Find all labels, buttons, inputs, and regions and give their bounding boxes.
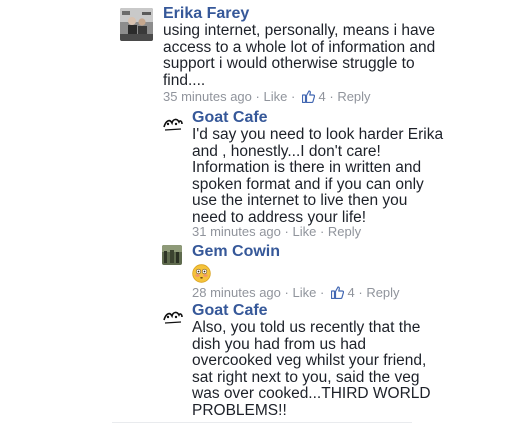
comment-author[interactable]: Gem Cowin [192,243,280,261]
divider [112,422,412,423]
reaction-count[interactable]: 4 [319,89,326,104]
meta-separator: · [316,285,328,300]
comment-text-line: sat right next to you, said the veg [192,368,420,386]
comment-text-line: support i would otherwise struggle to [163,55,415,72]
comment-text-line: using internet, personally, means i have [163,22,435,39]
comment-text-line: and , honestly...I don't care! [192,142,381,160]
comment-goat-cafe-2: Goat Cafe Also, you told us recently tha… [162,302,522,426]
comment-text: Also, you told us recently that the dish… [192,319,431,419]
meta-separator: · [251,89,264,104]
flushed-face-emoji [192,264,211,283]
comment-gem-cowin: Gem Cowin 28 minutes ago · Like · 4 · Re… [162,243,522,303]
comment-meta: 28 minutes ago · Like · 4 · Reply [192,285,400,300]
meta-separator: · [354,285,367,300]
thumbs-up-icon[interactable] [330,286,344,299]
profile-photo-icon [162,245,182,265]
meta-separator: · [325,89,338,104]
comment-text-line: Also, you told us recently that the [192,319,421,336]
comment-text-line: I'd say you need to look harder Erika [192,126,444,143]
comment-meta: 35 minutes ago · Like · 4 · Reply [163,89,371,104]
comment-text-line: find.... [163,71,206,89]
avatar-erika[interactable] [120,8,153,41]
meta-separator: · [280,285,293,300]
like-link[interactable]: Like [263,89,287,104]
comment-text-line: overcooked veg whilst your friend, [192,352,427,369]
reply-link[interactable]: Reply [337,89,370,104]
comment-text: using internet, personally, means i have… [163,22,436,89]
comment-timestamp[interactable]: 35 minutes ago [163,89,252,104]
meta-separator: · [287,89,299,104]
comment-text-line: access to a whole lot of information and [163,38,436,56]
avatar-goat-cafe[interactable] [162,307,184,329]
comment-text-line: was over cooked...THIRD WORLD [192,385,431,402]
comment-author[interactable]: Goat Cafe [192,109,268,127]
comment-text-line: Information is there in written and [192,159,422,176]
comment-text-line: use the internet to live then you [192,192,408,209]
comment-text-line: spoken format and if you can only [192,175,424,193]
cafe-logo-icon [162,114,184,136]
cafe-logo-icon [162,307,184,329]
comment-erika: Erika Farey using internet, personally, … [120,5,520,106]
comment-text-line: PROBLEMS!! [192,401,287,419]
like-link[interactable]: Like [292,224,316,239]
reply-link[interactable]: Reply [328,224,361,239]
comment-goat-cafe-1: Goat Cafe I'd say you need to look harde… [162,109,522,241]
comment-timestamp[interactable]: 28 minutes ago [192,285,281,300]
like-link[interactable]: Like [292,285,316,300]
avatar-goat-cafe[interactable] [162,114,184,136]
avatar-gem-cowin[interactable] [162,245,182,265]
meta-separator: · [280,224,293,239]
thumbs-up-icon[interactable] [301,90,315,103]
comment-meta: 31 minutes ago · Like · Reply [192,224,361,239]
comment-text-line: dish you had from us had [192,335,367,353]
comment-author[interactable]: Goat Cafe [192,302,268,320]
reply-link[interactable]: Reply [366,285,399,300]
comment-timestamp[interactable]: 31 minutes ago [192,224,281,239]
comment-author[interactable]: Erika Farey [163,5,249,23]
meta-separator: · [316,224,328,239]
reaction-count[interactable]: 4 [348,285,355,300]
comment-text: I'd say you need to look harder Erika an… [192,126,444,226]
